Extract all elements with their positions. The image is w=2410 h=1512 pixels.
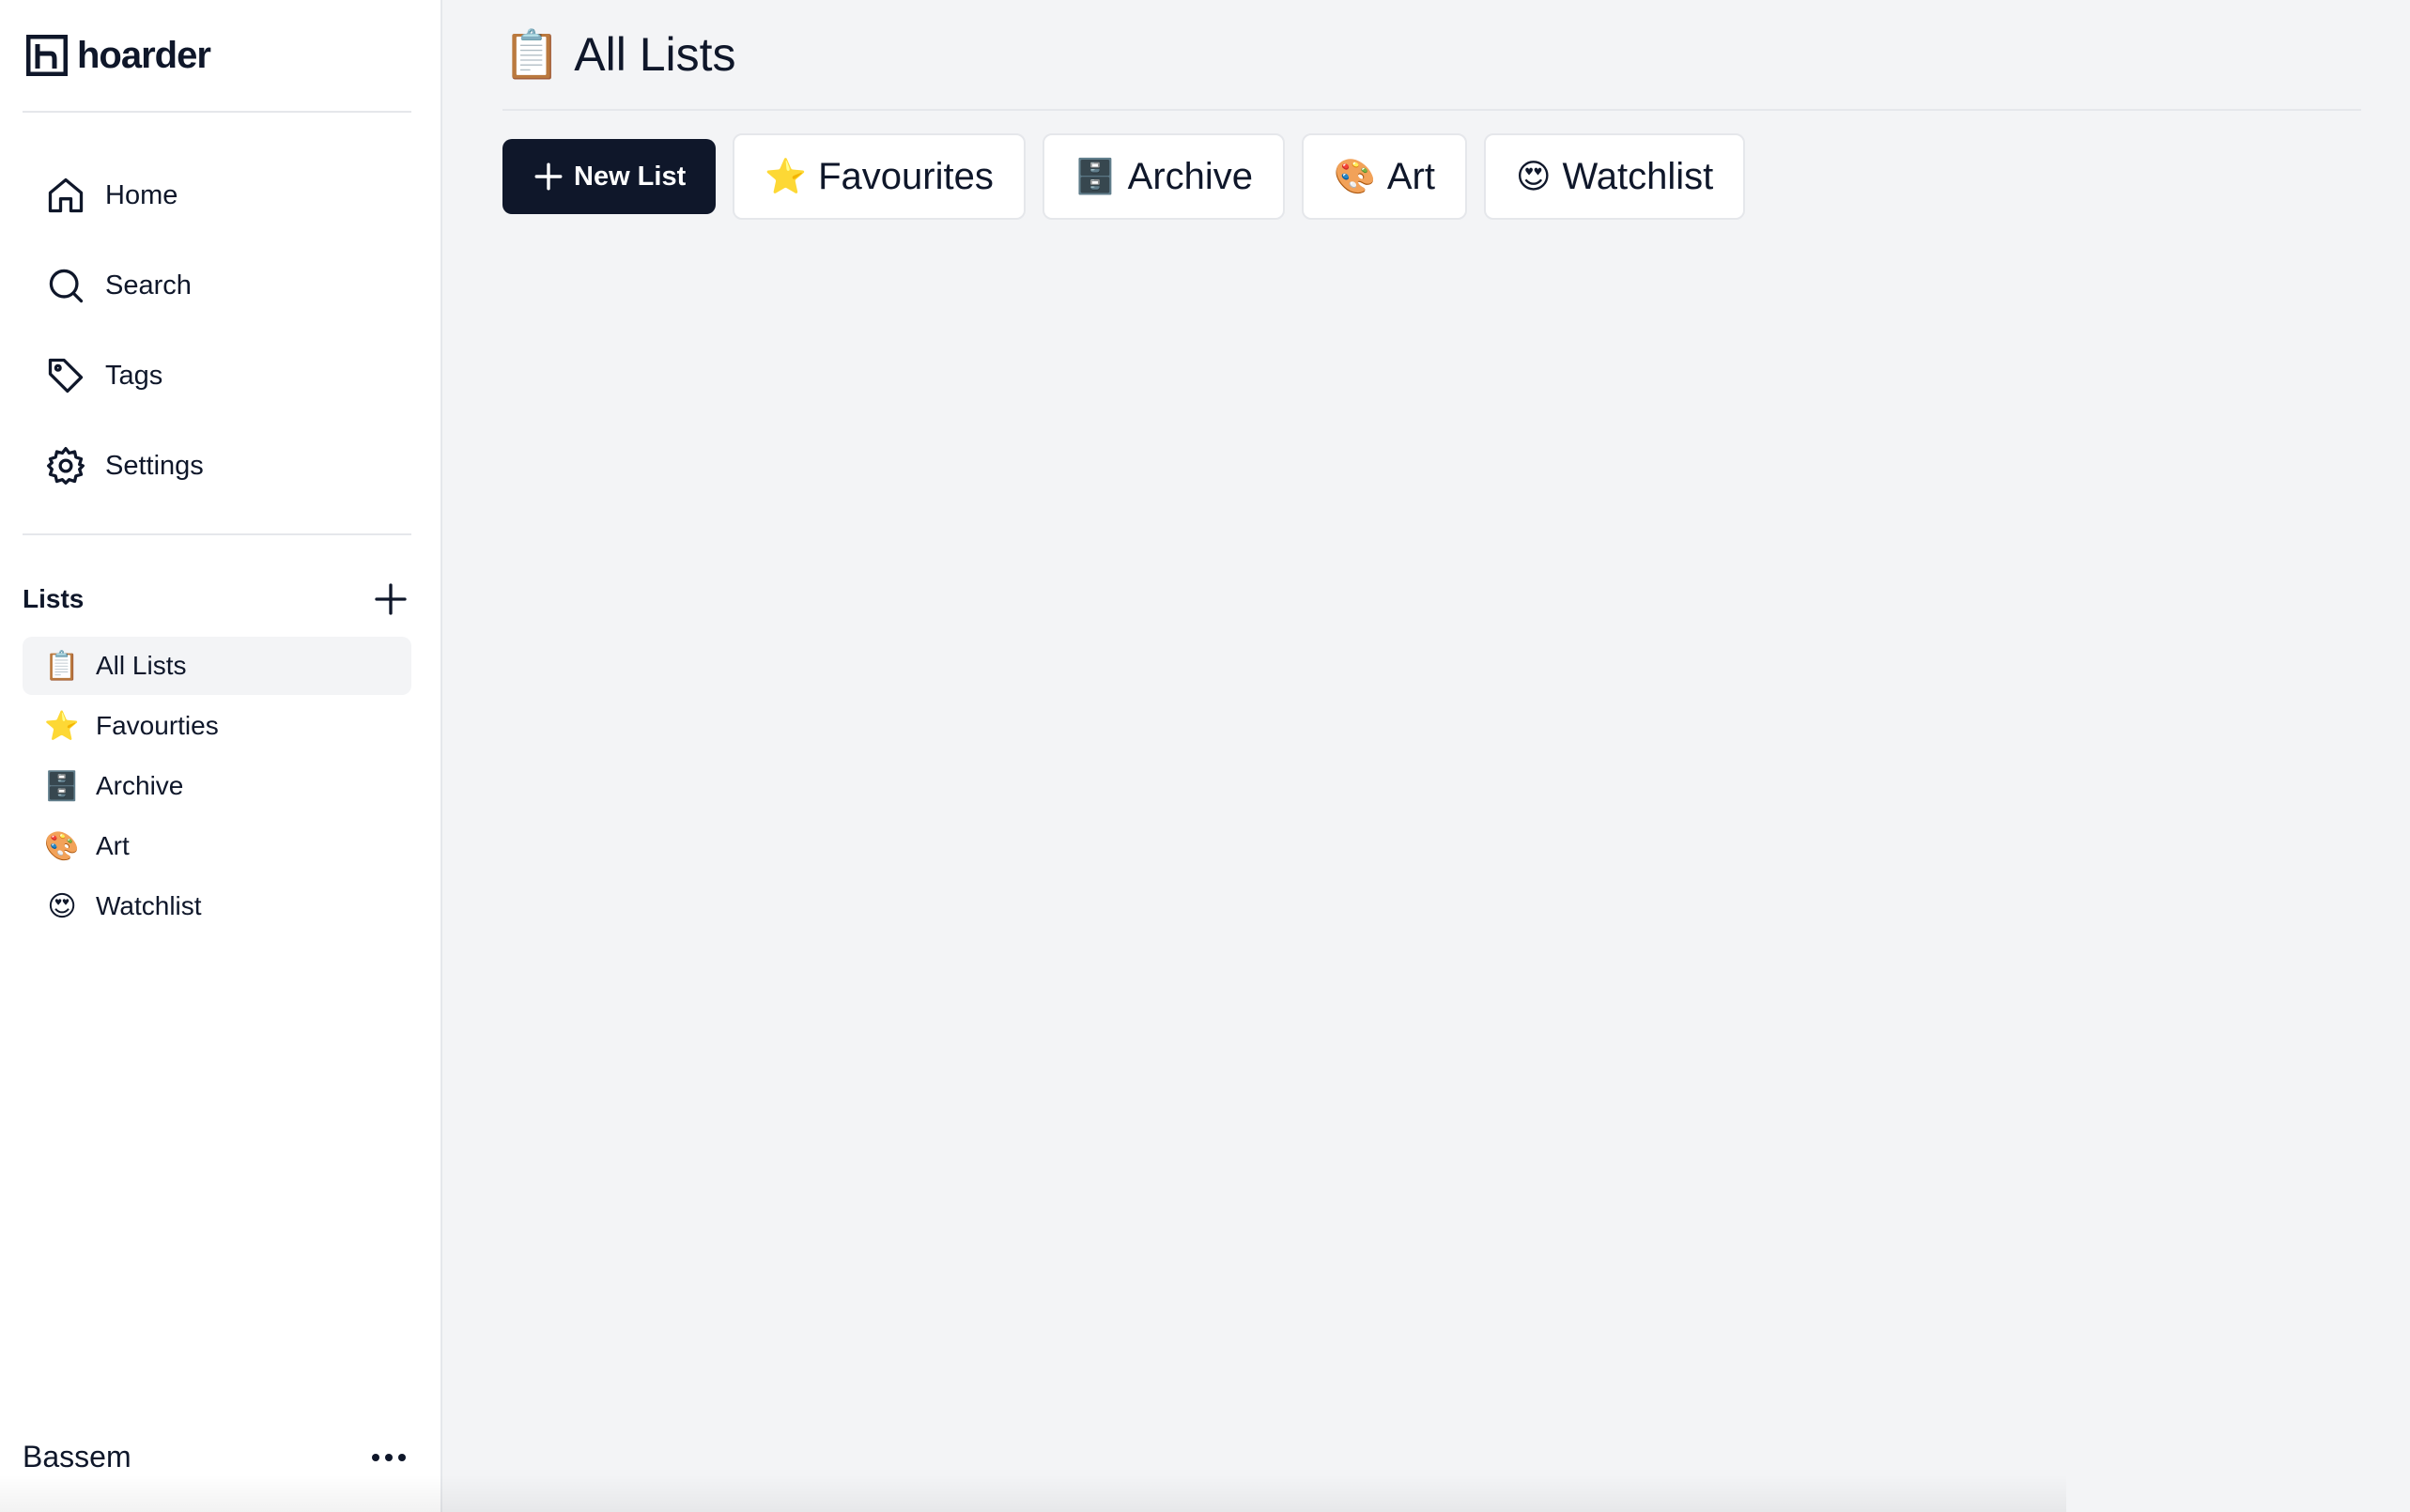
star-icon: ⭐️ — [44, 710, 80, 742]
ellipsis-icon — [385, 1453, 393, 1461]
file-cabinet-icon: 🗄️ — [44, 770, 80, 802]
app-name: hoarder — [77, 34, 211, 76]
nav-item-home[interactable]: Home — [23, 150, 410, 240]
plus-icon — [534, 162, 563, 191]
nav-item-label: Search — [105, 270, 192, 301]
nav-item-tags[interactable]: Tags — [23, 331, 410, 421]
user-name: Bassem — [23, 1440, 131, 1473]
list-item-label: All Lists — [96, 651, 187, 680]
nav-item-search[interactable]: Search — [23, 240, 410, 331]
list-item-label: Watchlist — [96, 891, 202, 920]
lists-toolbar: New List ⭐️ Favourites 🗄️ Archive 🎨 Art … — [502, 133, 2361, 220]
tag-icon — [45, 355, 86, 396]
star-icon: ⭐️ — [765, 157, 808, 195]
sidebar-divider-lists — [23, 533, 411, 535]
sidebar-list-archive[interactable]: 🗄️ Archive — [23, 757, 411, 815]
clipboard-icon: 📋 — [44, 650, 80, 682]
sidebar-list-watchlist[interactable]: 😍 Watchlist — [23, 877, 411, 935]
file-cabinet-icon: 🗄️ — [1074, 157, 1117, 195]
chip-label: Favourites — [818, 155, 994, 197]
ellipsis-icon — [372, 1453, 379, 1461]
gear-icon — [45, 445, 86, 486]
user-menu-button[interactable] — [366, 1443, 411, 1472]
lists-header: Lists — [23, 562, 411, 637]
nav-item-label: Home — [105, 179, 178, 210]
add-list-button[interactable] — [370, 579, 411, 620]
main-content: 📋 All Lists New List ⭐️ Favourites 🗄️ Ar… — [442, 0, 2410, 1512]
heart-eyes-icon: 😍 — [1516, 157, 1552, 195]
page-header: 📋 All Lists — [502, 0, 2361, 111]
ellipsis-icon — [398, 1453, 406, 1461]
sidebar-list-art[interactable]: 🎨 Art — [23, 817, 411, 875]
sidebar-lists: 📋 All Lists ⭐️ Favourties 🗄️ Archive 🎨 A… — [23, 637, 411, 935]
nav-item-settings[interactable]: Settings — [23, 421, 410, 511]
list-chip-archive[interactable]: 🗄️ Archive — [1042, 133, 1286, 220]
user-row: Bassem — [23, 1440, 411, 1474]
nav-item-label: Settings — [105, 450, 204, 481]
list-chip-watchlist[interactable]: 😍 Watchlist — [1484, 133, 1746, 220]
sidebar-list-favourites[interactable]: ⭐️ Favourties — [23, 697, 411, 755]
list-chip-favourites[interactable]: ⭐️ Favourites — [733, 133, 1026, 220]
search-icon — [45, 265, 86, 306]
page-title: All Lists — [574, 28, 736, 81]
new-list-label: New List — [574, 161, 687, 192]
plus-icon — [375, 583, 407, 615]
heart-eyes-icon: 😍 — [47, 890, 77, 922]
palette-icon: 🎨 — [44, 830, 80, 862]
sidebar-list-all-lists[interactable]: 📋 All Lists — [23, 637, 411, 695]
hoarder-logo-icon — [26, 35, 68, 76]
sidebar: hoarder Home Search Tags Settings Lists … — [0, 0, 442, 1512]
list-chip-art[interactable]: 🎨 Art — [1302, 133, 1467, 220]
app-root: hoarder Home Search Tags Settings Lists … — [0, 0, 2410, 1512]
sidebar-nav: Home Search Tags Settings — [23, 113, 410, 533]
list-item-label: Archive — [96, 771, 184, 800]
chip-label: Art — [1386, 155, 1435, 197]
nav-item-label: Tags — [105, 360, 163, 391]
list-item-label: Art — [96, 831, 130, 860]
palette-icon: 🎨 — [1334, 157, 1376, 195]
chip-label: Archive — [1127, 155, 1254, 197]
lists-title: Lists — [23, 584, 85, 613]
logo[interactable]: hoarder — [23, 0, 410, 111]
clipboard-icon: 📋 — [502, 27, 562, 81]
new-list-button[interactable]: New List — [502, 139, 717, 214]
list-item-label: Favourties — [96, 711, 219, 740]
chip-label: Watchlist — [1562, 155, 1714, 197]
home-icon — [45, 175, 86, 216]
